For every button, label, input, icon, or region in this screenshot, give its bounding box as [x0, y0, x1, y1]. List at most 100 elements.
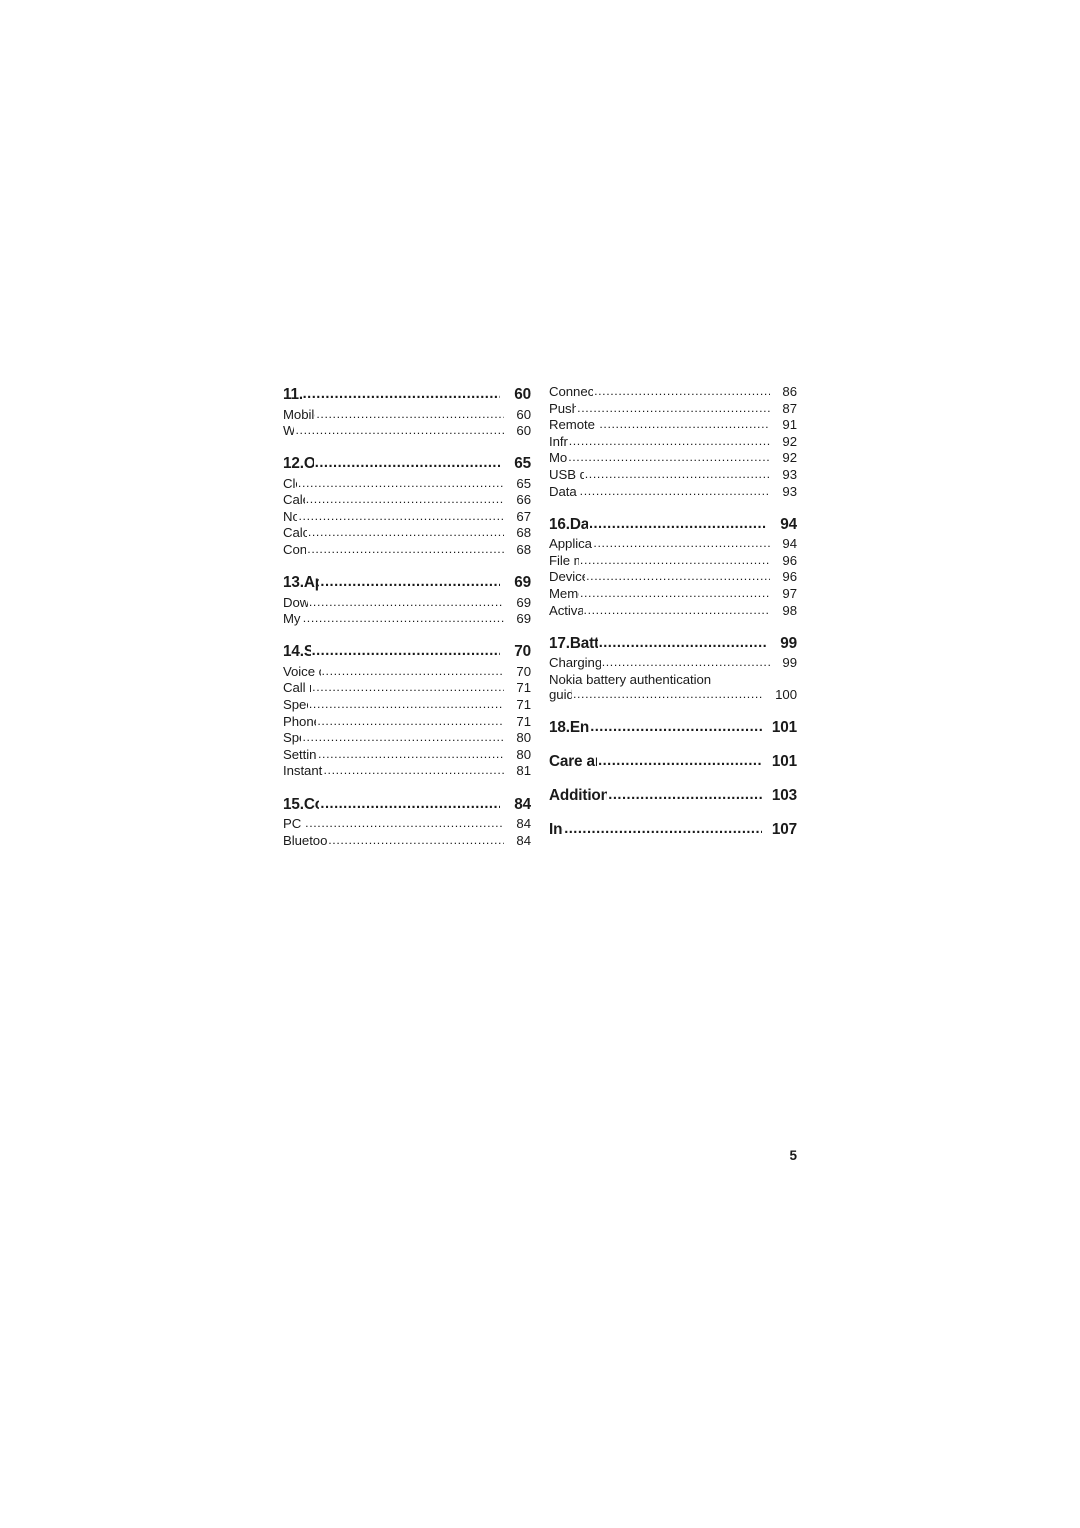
toc-chapter-entry[interactable]: Index 107: [549, 819, 797, 841]
toc-leader-dots: [309, 595, 504, 611]
toc-entry-label: Additional safety information: [549, 787, 608, 805]
toc-entry-page-number: 70: [514, 643, 531, 661]
toc-entry-label: Remote synchronization: [549, 417, 598, 433]
toc-sub-entry[interactable]: PC Suite 84: [283, 816, 531, 833]
toc-sub-entry[interactable]: Application manager 94: [549, 536, 797, 553]
toc-sub-entry[interactable]: Data transfer 93: [549, 484, 797, 501]
toc-leader-dots: [306, 492, 504, 508]
toc-chapter-entry[interactable]: Care and maintenance 101: [549, 751, 797, 773]
toc-entry-page-number: 84: [514, 795, 531, 813]
toc-entry-label: Infrared: [549, 433, 568, 449]
toc-sub-entry[interactable]: Notes 67: [283, 509, 531, 526]
toc-leader-dots: [590, 717, 762, 738]
toc-entry-page-number: 60: [514, 386, 531, 403]
toc-sub-entry[interactable]: Settings wizard 80: [283, 747, 531, 764]
toc-leader-dots: [599, 417, 770, 433]
toc-sub-entry[interactable]: Calculator 68: [283, 525, 531, 542]
toc-sub-entry[interactable]: Web 60: [283, 423, 531, 440]
toc-chapter-entry[interactable]: 16.Data manager 94: [549, 514, 797, 536]
toc-chapter-entry[interactable]: 12.Organizer 65: [283, 453, 531, 475]
toc-entry-page-number: 98: [782, 602, 797, 618]
toc-leader-dots: [585, 467, 770, 483]
toc-sub-entry[interactable]: Clock 65: [283, 476, 531, 493]
toc-entry-page-number: 70: [516, 663, 531, 679]
toc-sub-entry[interactable]: Converter 68: [283, 542, 531, 559]
toc-leader-dots: [573, 687, 762, 703]
toc-sub-entry[interactable]: Calendar 66: [283, 492, 531, 509]
toc-entry-page-number: 86: [782, 384, 797, 399]
toc-entry-page-number: 81: [516, 763, 531, 779]
toc-sub-entry[interactable]: Memory card 97: [549, 586, 797, 603]
toc-chapter-entry[interactable]: 15.Connectivity 84: [283, 794, 531, 816]
toc-sub-entry[interactable]: Call mailbox 71: [283, 680, 531, 697]
page-number: 5: [789, 1148, 797, 1163]
toc-entry-page-number: 60: [516, 423, 531, 439]
toc-sub-entry[interactable]: Instant messaging 81: [283, 763, 531, 780]
toc-leader-dots: [589, 514, 766, 535]
toc-entry-page-number: 103: [771, 787, 797, 805]
toc-sub-entry[interactable]: My own 69: [283, 611, 531, 628]
toc-sub-entry-wrapped-line[interactable]: Nokia battery authentication: [549, 672, 797, 688]
toc-sub-entry[interactable]: Bluetooth connection 84: [283, 833, 531, 850]
toc-sub-entry[interactable]: Infrared 92: [549, 434, 797, 451]
toc-sub-entry[interactable]: Remote synchronization 91: [549, 417, 797, 434]
toc-sub-entry[interactable]: File manager 96: [549, 553, 797, 570]
toc-sub-entry[interactable]: Download! 69: [283, 595, 531, 612]
toc-group: 14.Settings70Voice commands70Call mailbo…: [283, 641, 531, 780]
toc-entry-label: Connection manager: [549, 384, 594, 399]
toc-sub-entry[interactable]: Speed dial 71: [283, 697, 531, 714]
toc-chapter-entry[interactable]: 11.Web 60: [283, 384, 531, 406]
toc-entry-label: Push to talk: [549, 400, 577, 416]
toc-sub-entry[interactable]: Activation keys 98: [549, 603, 797, 620]
toc-entry-label: Nokia battery authentication: [549, 671, 712, 687]
toc-entry-label: Device manager: [549, 569, 586, 585]
toc-entry-label: guidelines: [549, 687, 572, 703]
toc-entry-label: Index: [549, 821, 563, 839]
toc-entry-label: Mobile Search: [283, 406, 315, 422]
toc-entry-label: Call mailbox: [283, 680, 311, 696]
toc-chapter-entry[interactable]: 17.Battery information 99: [549, 633, 797, 655]
toc-entry-page-number: 99: [782, 655, 797, 671]
toc-entry-label: 13.Applications: [283, 574, 320, 592]
table-of-contents: 11.Web 60 Mobile Search 60 Web 60 12.Organizer…: [283, 384, 797, 849]
toc-entry-label: Modem: [549, 450, 568, 466]
toc-leader-dots: [580, 586, 770, 602]
toc-entry-label: Care and maintenance: [549, 753, 597, 771]
toc-entry-label: PC Suite: [283, 816, 304, 831]
toc-sub-entry[interactable]: Modem 92: [549, 450, 797, 467]
toc-entry-label: USB data cable: [549, 466, 584, 482]
toc-entry-label: Clock: [283, 475, 297, 491]
toc-entry-label: 15.Connectivity: [283, 795, 320, 813]
toc-entry-label: Speed dial: [283, 697, 308, 713]
toc-group: 13.Applications 69 Download! 69 My own 69: [283, 572, 531, 628]
toc-entry-page-number: 71: [516, 680, 531, 696]
toc-leader-dots: [305, 816, 504, 832]
toc-sub-entry[interactable]: Push to talk 87: [549, 401, 797, 418]
toc-entry-label: 17.Battery information: [549, 634, 598, 652]
toc-entry-page-number: 65: [516, 475, 531, 491]
toc-chapter-entry[interactable]: 13.Applications 69: [283, 572, 531, 594]
toc-chapter-entry[interactable]: Additional safety information 103: [549, 785, 797, 807]
toc-sub-entry[interactable]: guidelines 100: [549, 687, 797, 704]
toc-sub-entry[interactable]: Speech 80: [283, 730, 531, 747]
toc-entry-label: Bluetooth connection: [283, 832, 328, 848]
toc-sub-entry[interactable]: USB data cable 93: [549, 467, 797, 484]
toc-sub-entry[interactable]: Charging and discharging 99: [549, 655, 797, 672]
toc-sub-entry[interactable]: Connection manager 86: [549, 384, 797, 401]
toc-leader-dots: [599, 633, 766, 654]
toc-sub-entry[interactable]: Voice commands 70: [283, 664, 531, 681]
toc-leader-dots: [312, 680, 504, 696]
toc-sub-entry[interactable]: Mobile Search 60: [283, 407, 531, 424]
toc-entry-label: Memory card: [549, 585, 579, 601]
toc-entry-page-number: 92: [782, 433, 797, 449]
toc-leader-dots: [580, 553, 770, 569]
toc-entry-label: My own: [283, 611, 302, 627]
toc-chapter-entry[interactable]: 18.Enhancements 101: [549, 717, 797, 739]
toc-sub-entry[interactable]: Device manager 96: [549, 569, 797, 586]
toc-entry-page-number: 96: [782, 552, 797, 568]
toc-entry-page-number: 94: [782, 536, 797, 552]
toc-chapter-entry[interactable]: 14.Settings 70: [283, 641, 531, 663]
toc-sub-entry[interactable]: Phone settings 71: [283, 714, 531, 731]
toc-entry-page-number: 80: [516, 730, 531, 746]
toc-entry-page-number: 97: [782, 585, 797, 601]
